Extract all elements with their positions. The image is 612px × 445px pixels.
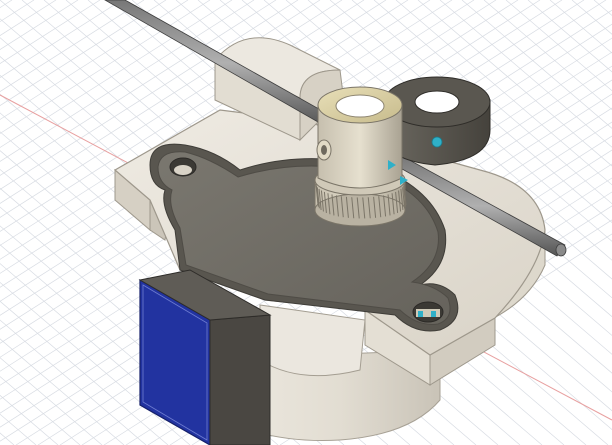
grid-line <box>549 0 612 54</box>
grid-line <box>0 357 103 445</box>
3d-viewport-canvas[interactable] <box>0 0 612 445</box>
model-scene[interactable] <box>0 0 612 445</box>
grid-line <box>0 394 59 445</box>
grid-line <box>593 0 612 16</box>
grid-line <box>0 0 101 64</box>
drive-gear[interactable] <box>314 86 408 227</box>
grid-line <box>0 0 57 37</box>
